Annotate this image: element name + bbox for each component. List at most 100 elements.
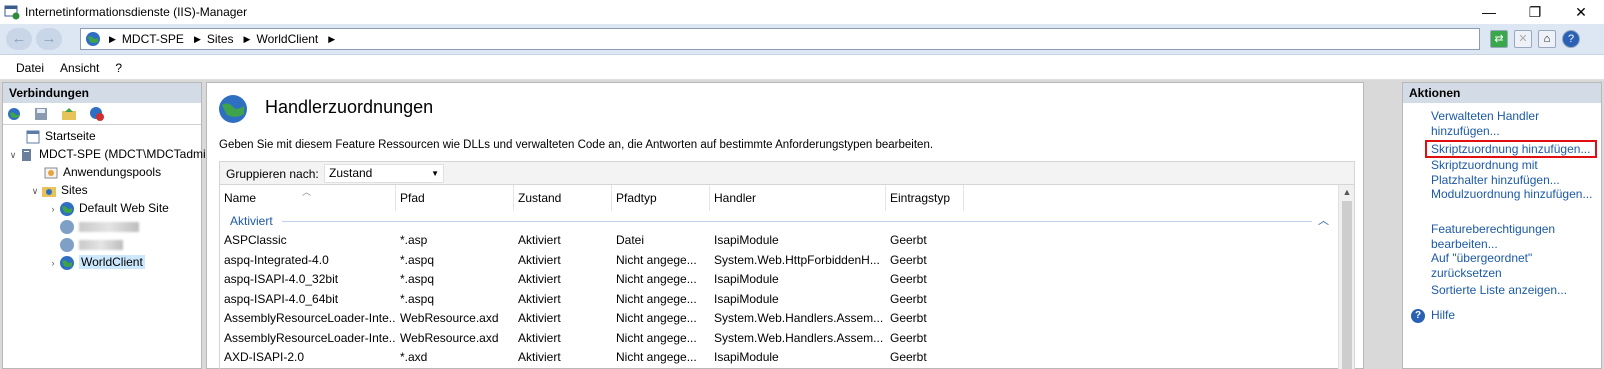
globe-icon xyxy=(86,32,100,46)
tree-item-startseite[interactable]: Startseite xyxy=(25,127,96,145)
group-header-activated[interactable]: Aktiviert ︿ xyxy=(220,211,1330,231)
column-header-state[interactable]: Zustand xyxy=(514,185,612,211)
table-row[interactable]: aspq-ISAPI-4.0_64bit *.aspq Aktiviert Nicht… xyxy=(220,290,1340,310)
maximize-button[interactable]: ❐ xyxy=(1512,0,1558,24)
actions-panel: Aktionen Verwalteten Handler hinzufügen.… xyxy=(1402,82,1602,369)
cell-entrytype: Geerbt xyxy=(890,330,927,345)
tree-item-worldclient[interactable]: › WorldClient xyxy=(47,253,145,271)
group-by-select[interactable]: Zustand ▼ xyxy=(324,164,444,183)
cell-pathtype: Datei xyxy=(616,233,645,247)
cell-path: WebResource.axd xyxy=(400,330,499,345)
close-button[interactable]: ✕ xyxy=(1558,0,1604,24)
table-row[interactable]: ASPClassic *.asp Aktiviert Datei IsapiModule… xyxy=(220,231,1340,251)
table-row[interactable]: aspq-Integrated-4.0 *.aspq Aktiviert Nicht … xyxy=(220,251,1340,271)
action-add-wildcard-script-map[interactable]: Skriptzuordnung mit Platzhalter hinzufüg… xyxy=(1431,158,1597,188)
page-title: Handlerzuordnungen xyxy=(265,97,434,117)
column-header-path[interactable]: Pfad xyxy=(396,185,514,211)
cell-entrytype: Geerbt xyxy=(890,291,927,306)
collapsed-chevron-icon[interactable]: › xyxy=(47,254,59,272)
tree-item-default-web-site[interactable]: › Default Web Site xyxy=(47,199,169,217)
action-add-script-map[interactable]: Skriptzuordnung hinzufügen... xyxy=(1431,142,1597,157)
expanded-chevron-icon[interactable]: ∨ xyxy=(7,146,19,164)
stop-icon[interactable]: ✕ xyxy=(1514,30,1532,48)
tree-item-redacted-site[interactable] xyxy=(59,235,123,253)
collapsed-chevron-icon[interactable]: › xyxy=(47,200,59,218)
menu-help[interactable]: ? xyxy=(107,56,130,79)
cell-pathtype: Nicht angege... xyxy=(616,330,697,345)
cell-entrytype: Geerbt xyxy=(890,272,927,286)
globe-icon xyxy=(60,201,74,216)
globe-icon xyxy=(219,95,247,123)
table-row[interactable]: AXD-ISAPI-2.0 *.axd Aktiviert Nicht angege.… xyxy=(220,348,1340,368)
table-row[interactable]: aspq-ISAPI-4.0_32bit *.aspq Aktiviert Nicht… xyxy=(220,270,1340,290)
group-by-bar: Gruppieren nach: Zustand ▼ xyxy=(219,161,1355,185)
cell-handler: System.Web.HttpForbiddenH... xyxy=(714,252,880,267)
menu-ansicht[interactable]: Ansicht xyxy=(52,56,107,79)
table-row[interactable]: AssemblyResourceLoader-Inte... WebResourc… xyxy=(220,329,1340,349)
action-view-ordered-list[interactable]: Sortierte Liste anzeigen... xyxy=(1431,283,1597,298)
action-add-module-mapping[interactable]: Modulzuordnung hinzufügen... xyxy=(1431,187,1597,202)
cell-entrytype: Geerbt xyxy=(890,233,927,247)
action-revert-to-parent[interactable]: Auf "übergeordnet" zurücksetzen xyxy=(1431,251,1597,281)
cell-name: ASPClassic xyxy=(224,233,287,247)
cell-handler: System.Web.Handlers.Assem... xyxy=(714,330,884,345)
breadcrumb-worldclient[interactable]: WorldClient xyxy=(252,29,326,49)
feature-description: Geben Sie mit diesem Feature Ressourcen … xyxy=(219,139,934,151)
refresh-icon[interactable]: ⇄ xyxy=(1490,30,1508,48)
cell-name: aspq-Integrated-4.0 xyxy=(224,252,329,267)
server-icon xyxy=(22,148,31,161)
collapse-group-icon[interactable]: ︿ xyxy=(1318,212,1329,228)
forward-button[interactable]: → xyxy=(36,28,62,50)
home-icon[interactable]: ⌂ xyxy=(1538,30,1556,48)
title-bar: Internetinformationsdienste (IIS)-Manage… xyxy=(0,0,1604,24)
action-add-managed-handler[interactable]: Verwalteten Handler hinzufügen... xyxy=(1431,109,1597,139)
back-button[interactable]: ← xyxy=(6,28,32,50)
expanded-chevron-icon[interactable]: ∨ xyxy=(29,182,41,200)
tree-item-redacted-site[interactable] xyxy=(59,217,139,235)
minimize-button[interactable]: — xyxy=(1466,0,1512,24)
cell-pathtype: Nicht angege... xyxy=(616,272,697,286)
cell-pathtype: Nicht angege... xyxy=(616,311,697,325)
column-header-handler[interactable]: Handler xyxy=(710,185,886,211)
cell-entrytype: Geerbt xyxy=(890,350,927,364)
connect-icon[interactable] xyxy=(7,106,23,122)
cell-path: *.axd xyxy=(400,350,428,364)
save-icon[interactable] xyxy=(33,106,49,122)
vertical-scrollbar[interactable]: ▲ xyxy=(1338,185,1354,369)
tree-item-server[interactable]: ∨ MDCT-SPE (MDCT\MDCTadmin) xyxy=(7,145,217,164)
column-header-pathtype[interactable]: Pfadtyp xyxy=(612,185,710,211)
menu-datei[interactable]: Datei xyxy=(0,56,52,79)
cell-path: *.aspq xyxy=(400,252,435,267)
breadcrumb-separator-icon: ▶ xyxy=(328,34,336,44)
breadcrumb-server[interactable]: MDCT-SPE xyxy=(118,29,192,49)
cell-state: Aktiviert xyxy=(518,272,561,286)
tree-item-apppools[interactable]: Anwendungspools xyxy=(43,163,161,181)
tree-item-sites[interactable]: ∨ Sites xyxy=(29,181,88,199)
disconnect-icon[interactable] xyxy=(89,106,105,122)
scroll-up-icon[interactable]: ▲ xyxy=(1339,187,1354,197)
breadcrumb-separator-icon: ▶ xyxy=(109,34,116,44)
connections-panel: Verbindungen Startseite ∨ MDCT-SPE (MDCT\… xyxy=(2,82,216,369)
action-edit-feature-permissions[interactable]: Featureberechtigungen bearbeiten... xyxy=(1431,222,1597,252)
breadcrumb-sites[interactable]: Sites xyxy=(203,29,242,49)
iis-app-icon xyxy=(4,5,20,20)
column-header-name[interactable]: ︿ Name xyxy=(220,185,396,211)
breadcrumb-separator-icon: ▶ xyxy=(243,34,251,44)
action-help[interactable]: Hilfe xyxy=(1431,308,1597,323)
cell-state: Aktiviert xyxy=(518,350,561,364)
cell-handler: System.Web.Handlers.Assem... xyxy=(714,311,884,325)
app-pool-icon xyxy=(44,167,58,179)
redacted-label xyxy=(79,239,123,250)
breadcrumb[interactable]: ▶ MDCT-SPE ▶ Sites ▶ WorldClient ▶ xyxy=(80,28,1480,50)
cell-name: aspq-ISAPI-4.0_64bit xyxy=(224,291,339,306)
table-row[interactable]: AssemblyResourceLoader-Inte... WebResourc… xyxy=(220,309,1340,329)
scroll-thumb[interactable] xyxy=(1342,201,1352,369)
cell-name: aspq-ISAPI-4.0_32bit xyxy=(224,272,339,286)
connections-toolbar xyxy=(3,103,201,125)
column-header-entrytype[interactable]: Eintragstyp xyxy=(886,185,964,211)
address-bar: ← → ▶ MDCT-SPE ▶ Sites ▶ WorldClient ▶ ⇄… xyxy=(0,24,1604,55)
help-icon[interactable]: ? xyxy=(1562,30,1580,48)
handler-table: ︿ Name Pfad Zustand Pfadtyp Handler Eintr… xyxy=(219,185,1355,369)
cell-handler: IsapiModule xyxy=(714,350,779,364)
up-folder-icon[interactable] xyxy=(61,106,77,122)
